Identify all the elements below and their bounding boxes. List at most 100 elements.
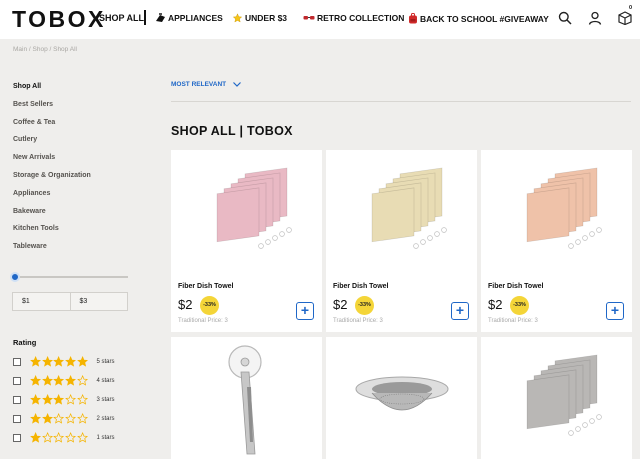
category-shop-all[interactable]: Shop All [13,83,91,101]
star-filled-icon [41,356,53,367]
star-filled-icon [76,356,88,367]
product-image[interactable] [326,337,477,459]
rating-stars [30,432,88,443]
price-max-input[interactable]: $3 [69,293,128,310]
nav-under-3[interactable]: UNDER $3 [232,13,287,23]
traditional-price: Traditional Price: 3 [178,318,228,324]
star-empty-icon [53,432,65,443]
nav-divider [144,10,146,25]
rating-2-checkbox[interactable] [13,414,21,423]
page-title: SHOP ALL | TOBOX [171,124,293,138]
star-filled-icon [53,356,65,367]
price-min-input[interactable]: $1 [13,293,70,310]
nav-shop-all[interactable]: SHOP ALL [99,13,144,23]
discount-badge: -33% [200,296,219,315]
rating-stars [30,356,88,367]
rating-5-label: 5 stars [96,358,115,365]
product-image[interactable] [481,150,632,275]
breadcrumb[interactable]: Main / Shop / Shop All [13,46,77,53]
discount-badge: -33% [510,296,529,315]
category-coffee-tea[interactable]: Coffee & Tea [13,119,91,137]
product-card[interactable] [481,337,632,459]
product-price: $2 [488,297,503,312]
star-empty-icon [65,394,77,405]
rating-4-checkbox[interactable] [13,376,21,385]
star-filled-icon [65,356,77,367]
star-icon [232,13,243,23]
category-tableware[interactable]: Tableware [13,243,91,261]
nav-back-to-school[interactable]: BACK TO SCHOOL #GIVEAWAY [408,13,549,24]
product-name[interactable]: Fiber Dish Towel [178,283,234,290]
rating-5-checkbox[interactable] [13,357,21,366]
sort-dropdown[interactable]: MOST RELEVANT [171,81,242,88]
star-empty-icon [53,413,65,424]
star-filled-icon [30,375,42,386]
discount-badge: -33% [355,296,374,315]
product-image[interactable] [171,337,322,459]
category-list: Shop All Best Sellers Coffee & Tea Cutle… [13,83,91,261]
product-card[interactable]: Fiber Dish Towel $2 -33% Traditional Pri… [171,150,322,332]
category-new-arrivals[interactable]: New Arrivals [13,154,91,172]
nav-retro-label: RETRO COLLECTION [317,13,405,23]
slider-track[interactable] [13,276,128,278]
star-empty-icon [76,375,88,386]
star-filled-icon [53,375,65,386]
rating-filter-4[interactable]: 4 stars [13,375,114,386]
star-filled-icon [65,375,77,386]
star-filled-icon [53,394,65,405]
product-card[interactable] [171,337,322,459]
rating-filter-1[interactable]: 1 stars [13,432,114,443]
product-card[interactable]: Fiber Dish Towel $2 -33% Traditional Pri… [481,150,632,332]
logo[interactable]: TOBOX [12,6,106,33]
rating-filter-2[interactable]: 2 stars [13,413,114,424]
nav-appliances[interactable]: APPLIANCES [155,13,223,23]
rating-2-label: 2 stars [96,415,115,422]
star-empty-icon [41,432,53,443]
cart-icon[interactable] [618,11,632,25]
rating-filter-5[interactable]: 5 stars [13,356,114,367]
rating-3-label: 3 stars [96,396,115,403]
product-card[interactable]: Fiber Dish Towel $2 -33% Traditional Pri… [326,150,477,332]
rating-3-checkbox[interactable] [13,395,21,404]
rating-filter-3[interactable]: 3 stars [13,394,114,405]
rating-stars [30,394,88,405]
category-best-sellers[interactable]: Best Sellers [13,101,91,119]
star-filled-icon [30,432,42,443]
category-appliances[interactable]: Appliances [13,190,91,208]
product-card[interactable] [326,337,477,459]
rating-1-label: 1 stars [96,434,115,441]
sort-label: MOST RELEVANT [171,81,227,88]
star-filled-icon [30,394,42,405]
product-image[interactable] [326,150,477,275]
add-to-cart-button[interactable]: + [606,302,624,320]
star-filled-icon [41,413,53,424]
add-to-cart-button[interactable]: + [296,302,314,320]
star-filled-icon [30,356,42,367]
product-name[interactable]: Fiber Dish Towel [488,283,544,290]
category-bakeware[interactable]: Bakeware [13,208,91,226]
nav-under-3-label: UNDER $3 [245,13,288,23]
add-to-cart-button[interactable]: + [451,302,469,320]
star-empty-icon [76,394,88,405]
user-icon[interactable] [588,11,602,25]
cart-count-badge: 0 [629,5,633,11]
traditional-price: Traditional Price: 3 [333,318,383,324]
category-storage-organization[interactable]: Storage & Organization [13,172,91,190]
nav-retro-collection[interactable]: RETRO COLLECTION [303,13,404,23]
product-name[interactable]: Fiber Dish Towel [333,283,389,290]
product-image[interactable] [171,150,322,275]
rating-1-checkbox[interactable] [13,433,21,442]
backpack-icon [409,13,417,24]
star-filled-icon [41,375,53,386]
slider-handle[interactable] [10,272,20,282]
product-image[interactable] [481,337,632,459]
price-range-slider[interactable] [10,272,128,282]
star-empty-icon [76,432,88,443]
category-cutlery[interactable]: Cutlery [13,136,91,154]
search-icon[interactable] [558,11,572,25]
chevron-down-icon [233,82,242,87]
star-filled-icon [41,394,53,405]
sort-divider [171,101,631,102]
category-kitchen-tools[interactable]: Kitchen Tools [13,225,91,243]
traditional-price: Traditional Price: 3 [488,318,538,324]
